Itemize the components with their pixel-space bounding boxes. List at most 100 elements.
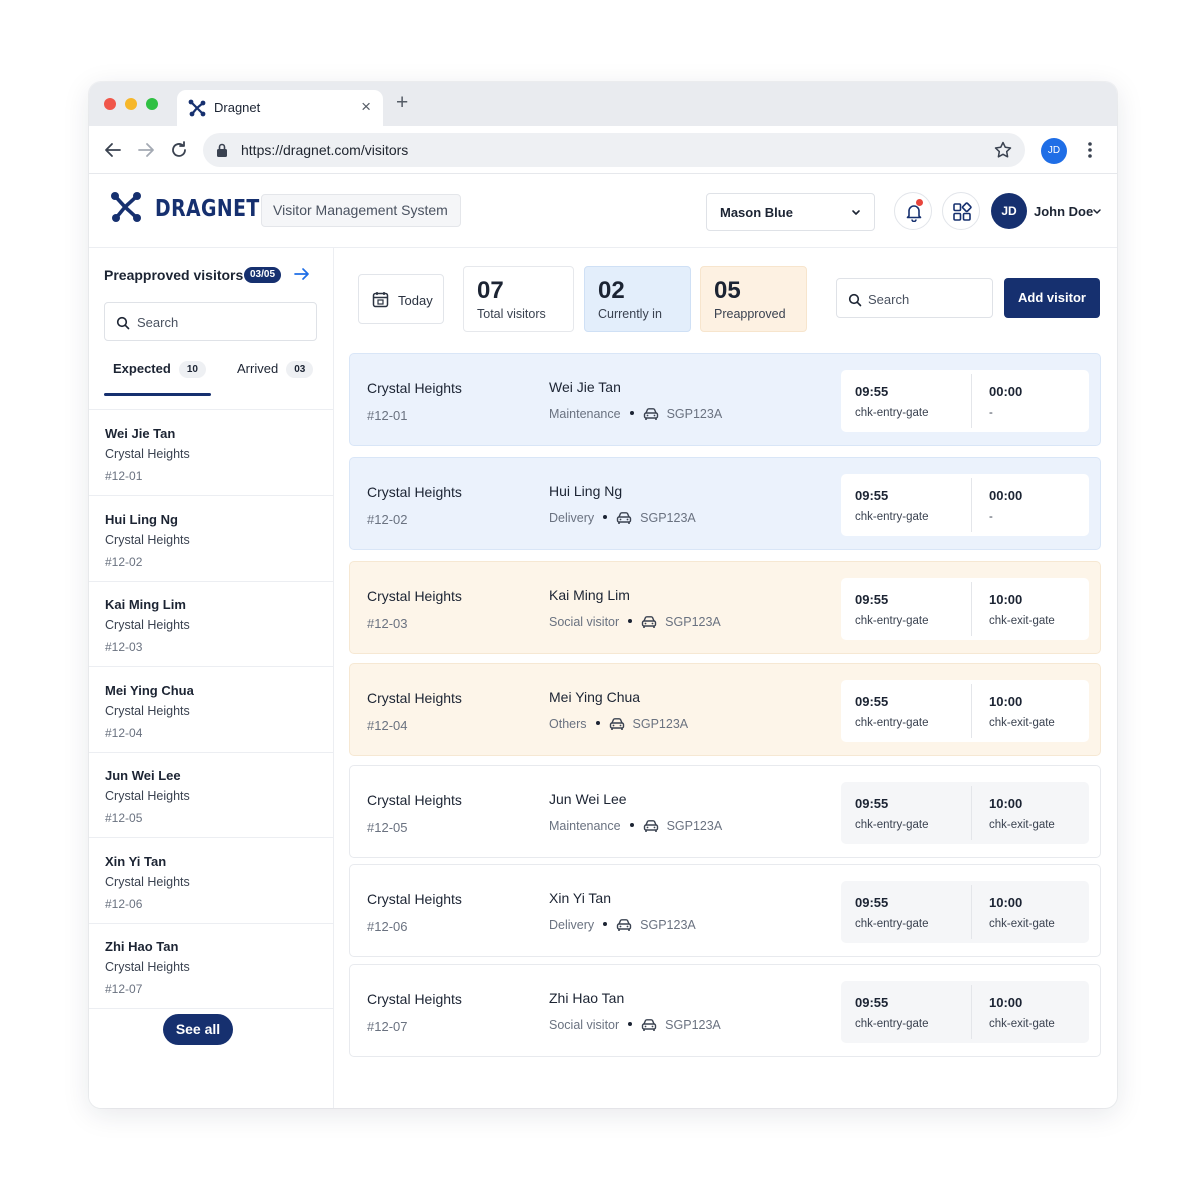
visit-times: 09:55 chk-entry-gate 10:00 chk-exit-gate [841,981,1089,1043]
plus-icon[interactable]: + [396,92,408,113]
visitor-unit: #12-06 [105,896,143,911]
visit-purpose: Delivery [549,511,595,525]
visit-building: Crystal Heights [367,792,462,808]
visit-card[interactable]: Crystal Heights #12-01 Wei Jie Tan Maintena… [349,353,1101,446]
address-bar[interactable]: https://dragnet.com/visitors [203,133,1025,167]
visit-unit: #12-04 [367,718,408,733]
stat-total-visitors[interactable]: 07 Total visitors [463,266,574,332]
sidebar-visitor-item[interactable]: Mei Ying Chua Crystal Heights #12-04 [89,667,334,753]
stat-label: Total visitors [477,307,546,321]
stat-value: 02 [598,277,625,304]
visitor-building: Crystal Heights [105,703,190,718]
visit-purpose: Delivery [549,918,595,932]
entry-time: 09:55 [855,592,889,607]
lock-icon [217,143,227,157]
tab-arrived[interactable]: Arrived 03 [237,361,314,378]
car-icon [643,408,658,420]
visit-times: 09:55 chk-entry-gate 00:00 - [841,370,1089,432]
tab-arrived-label: Arrived [237,361,279,376]
see-all-button[interactable]: See all [163,1014,233,1045]
sidebar-visitor-item[interactable]: Wei Jie Tan Crystal Heights #12-01 [89,410,334,496]
visit-card[interactable]: Crystal Heights #12-03 Kai Ming Lim Social … [349,561,1101,654]
window-maximize-button[interactable] [146,98,158,110]
visitor-name: Jun Wei Lee [105,768,181,783]
visit-purpose: Maintenance [549,819,621,833]
visit-card[interactable]: Crystal Heights #12-05 Jun Wei Lee Maintena… [349,765,1101,858]
visit-card[interactable]: Crystal Heights #12-02 Hui Ling Ng Delivery… [349,457,1101,550]
today-date-button[interactable]: Today [358,274,444,324]
visitor-building: Crystal Heights [105,789,190,803]
tab-expected[interactable]: Expected 10 [113,361,206,378]
visit-card[interactable]: Crystal Heights #12-06 Xin Yi Tan Delivery S… [349,864,1101,957]
sidebar-visitor-item[interactable]: Xin Yi Tan Crystal Heights #12-06 [89,838,334,924]
visit-meta: Social visitor SGP123A [549,1018,721,1032]
browser-profile-avatar[interactable]: JD [1041,138,1067,164]
add-visitor-button[interactable]: Add visitor [1004,278,1100,318]
exit-gate: chk-exit-gate [989,717,1055,729]
apps-button[interactable] [942,192,980,230]
sidebar-visitor-item[interactable]: Zhi Hao Tan Crystal Heights #12-07 [89,923,334,1009]
entry-gate: chk-entry-gate [855,511,929,523]
sidebar-search-input[interactable]: Search [104,302,317,341]
stat-currently-in[interactable]: 02 Currently in [584,266,691,332]
exit-time: 10:00 [989,592,1023,607]
kebab-menu-icon[interactable] [1086,138,1094,162]
brand-wordmark: DRAGNET [155,196,260,222]
stat-label: Currently in [598,307,662,321]
stat-value: 05 [714,277,741,304]
visit-card[interactable]: Crystal Heights #12-04 Mei Ying Chua Others… [349,663,1101,756]
visit-building: Crystal Heights [367,380,462,396]
window-close-button[interactable] [104,98,116,110]
visitor-name: Hui Ling Ng [549,483,623,499]
site-select[interactable]: Mason Blue [706,193,875,231]
visit-building: Crystal Heights [367,588,462,604]
entry-time: 09:55 [855,488,889,503]
calendar-icon [372,292,389,308]
browser-window: Dragnet × + https://dragnet.com/visitors… [89,82,1117,1108]
entry-gate: chk-entry-gate [855,615,929,627]
entry-gate: chk-entry-gate [855,717,929,729]
back-arrow-icon[interactable] [101,138,125,162]
separator-dot [603,515,608,519]
notifications-button[interactable] [894,192,932,230]
url-text: https://dragnet.com/visitors [241,142,409,158]
window-minimize-button[interactable] [125,98,137,110]
visitor-building: Crystal Heights [105,960,190,974]
user-avatar[interactable]: JD [991,193,1027,229]
star-icon[interactable] [993,140,1013,160]
visits-search-input[interactable]: Search [836,278,993,318]
times-divider [971,885,972,939]
browser-tab[interactable]: Dragnet × [177,90,383,126]
visitor-unit: #12-02 [105,554,143,569]
exit-time: 10:00 [989,796,1023,811]
visit-purpose: Others [549,717,587,731]
visitor-name: Mei Ying Chua [549,689,641,705]
forward-arrow-icon[interactable] [134,138,158,162]
visitor-name: Xin Yi Tan [549,890,612,906]
sidebar-visitor-item[interactable]: Jun Wei Lee Crystal Heights #12-05 [89,752,334,838]
user-name[interactable]: John Doe [1034,204,1093,219]
sidebar-visitor-item[interactable]: Kai Ming Lim Crystal Heights #12-03 [89,581,334,667]
close-icon[interactable]: × [361,97,371,117]
car-icon [641,616,657,628]
visit-building: Crystal Heights [367,484,462,500]
stat-preapproved[interactable]: 05 Preapproved [700,266,807,332]
reload-icon[interactable] [167,138,191,162]
preapproved-sidebar: Preapproved visitors 03/05 Search Expect… [89,248,334,1108]
visits-toolbar: Today 07 Total visitors 02 Currently in … [334,248,1117,348]
sidebar-visitor-item[interactable]: Hui Ling Ng Crystal Heights #12-02 [89,496,334,582]
entry-time: 09:55 [855,694,889,709]
arrow-right-icon[interactable] [293,266,311,282]
tab-expected-count: 10 [178,361,206,378]
visit-unit: #12-01 [367,408,408,423]
entry-gate: chk-entry-gate [855,407,929,419]
visit-meta: Delivery SGP123A [549,511,696,525]
visitor-name: Kai Ming Lim [105,597,186,612]
car-icon [616,512,632,524]
visit-building: Crystal Heights [367,991,462,1007]
system-name-label: Visitor Management System [261,194,461,227]
visit-card[interactable]: Crystal Heights #12-07 Zhi Hao Tan Social v… [349,964,1101,1057]
exit-gate: chk-exit-gate [989,1018,1055,1030]
car-icon [643,820,658,832]
chevron-down-icon[interactable] [1092,206,1102,216]
